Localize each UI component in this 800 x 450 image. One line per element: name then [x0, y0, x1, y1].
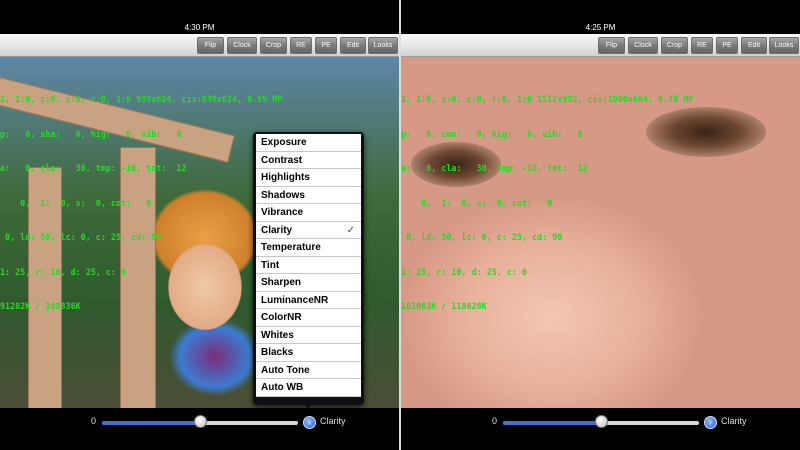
overlay-line: 1, 1:0, c:0, c:0, r:0, 1:0 1512x992, cis… — [401, 94, 694, 104]
clock-button[interactable]: Clock — [227, 37, 257, 54]
pe-button[interactable]: PE — [716, 37, 738, 54]
menu-item-shadows[interactable]: Shadows — [256, 187, 361, 204]
clock-button[interactable]: Clock — [628, 37, 658, 54]
status-bar: 4:25 PM — [401, 0, 800, 34]
bottom-bar: 0 › Clarity — [0, 409, 399, 450]
status-bar: 4:30 PM — [0, 0, 399, 34]
overlay-line: 1, 1:0, c:0, c:0, r:0, 1:0 939x624, cis:… — [0, 94, 283, 104]
looks-button[interactable]: Looks — [769, 37, 799, 54]
overlay-line: 101063K / 118628K — [401, 301, 487, 311]
looks-button[interactable]: Looks — [368, 37, 398, 54]
menu-item-contrast[interactable]: Contrast — [256, 152, 361, 169]
toolbar: Flip Clock Crop RE PE Edit Looks — [0, 34, 399, 57]
slider-fill — [102, 421, 200, 425]
menu-item-exposure[interactable]: Exposure — [256, 134, 361, 152]
menu-item-colornr[interactable]: ColorNR — [256, 309, 361, 327]
menu-item-auto-wb[interactable]: Auto WB — [256, 379, 361, 397]
edit-button[interactable]: Edit — [741, 37, 767, 54]
menu-item-auto-tone[interactable]: Auto Tone — [256, 362, 361, 379]
menu-item-whites[interactable]: Whites — [256, 327, 361, 344]
overlay-line: 0, ld: 50, lc: 0, c: 25, cd: 90 — [401, 232, 563, 242]
slider-fill — [503, 421, 601, 425]
parameter-label[interactable]: Clarity — [320, 416, 346, 426]
re-button[interactable]: RE — [290, 37, 312, 54]
menu-item-clarity[interactable]: Clarity ✓ — [256, 222, 361, 239]
menu-item-temperature[interactable]: Temperature — [256, 239, 361, 257]
pe-button[interactable]: PE — [315, 37, 337, 54]
chevron-right-circle-icon[interactable]: › — [704, 416, 717, 429]
right-screen: 4:25 PM Flip Clock Crop RE PE Edit Looks… — [401, 0, 800, 450]
menu-item-tint[interactable]: Tint — [256, 257, 361, 274]
menu-item-highlights[interactable]: Highlights — [256, 169, 361, 187]
debug-overlay: 1, 1:0, c:0, c:0, r:0, 1:0 1512x992, cis… — [401, 71, 693, 336]
slider-min-label: 0 — [492, 416, 498, 426]
overlay-line: 0, 1: 0, s: 0, cot: 0 — [0, 197, 152, 208]
edit-button[interactable]: Edit — [340, 37, 366, 54]
left-screen: 4:30 PM Flip Clock Crop RE PE Edit Looks… — [0, 0, 399, 450]
parameter-label[interactable]: Clarity — [721, 416, 747, 426]
overlay-line: a: 0, cla: 30, tmp: -10, tnt: 12 — [401, 163, 588, 173]
adjustment-menu: Exposure Contrast Highlights Shadows Vib… — [253, 132, 364, 405]
overlay-line: 0, 1: 0, s: 0, cot: 0 — [401, 197, 553, 208]
menu-item-blacks[interactable]: Blacks — [256, 344, 361, 362]
overlay-line: 1: 25, r: 10, d: 25, c: 0 — [0, 266, 127, 277]
re-button[interactable]: RE — [691, 37, 713, 54]
crop-button[interactable]: Crop — [260, 37, 287, 54]
crop-button[interactable]: Crop — [661, 37, 688, 54]
status-time: 4:25 PM — [585, 23, 616, 32]
debug-overlay: 1, 1:0, c:0, c:0, r:0, 1:0 939x624, cis:… — [0, 71, 282, 336]
chevron-right-circle-icon[interactable]: › — [303, 416, 316, 429]
overlay-line: 0, ld: 50, lc: 0, c: 25, cd: 90 — [0, 232, 162, 242]
menu-item-vibrance[interactable]: Vibrance — [256, 204, 361, 222]
overlay-line: 91282K / 108836K — [0, 301, 81, 311]
slider-thumb[interactable] — [194, 415, 207, 428]
toolbar: Flip Clock Crop RE PE Edit Looks — [401, 34, 800, 57]
checkmark-icon: ✓ — [346, 224, 355, 236]
flip-button[interactable]: Flip — [197, 37, 224, 54]
status-time: 4:30 PM — [184, 23, 215, 32]
menu-item-label: Clarity — [261, 224, 293, 236]
adjustment-list: Exposure Contrast Highlights Shadows Vib… — [256, 134, 361, 397]
flip-button[interactable]: Flip — [598, 37, 625, 54]
overlay-line: a: 0, cla: 30, tmp: -10, tnt: 12 — [0, 163, 187, 173]
overlay-line: p: 0, con: 0, hig: 0, vib: 0 — [401, 128, 583, 139]
bottom-bar: 0 › Clarity — [401, 409, 800, 450]
overlay-line: p: 0, sha: 0, hig: 0, vib: 0 — [0, 128, 182, 139]
slider-thumb[interactable] — [595, 415, 608, 428]
overlay-line: 1: 25, r: 10, d: 25, c: 0 — [401, 266, 528, 277]
menu-item-sharpen[interactable]: Sharpen — [256, 274, 361, 292]
slider-min-label: 0 — [91, 416, 97, 426]
menu-item-luminancenr[interactable]: LuminanceNR — [256, 292, 361, 309]
